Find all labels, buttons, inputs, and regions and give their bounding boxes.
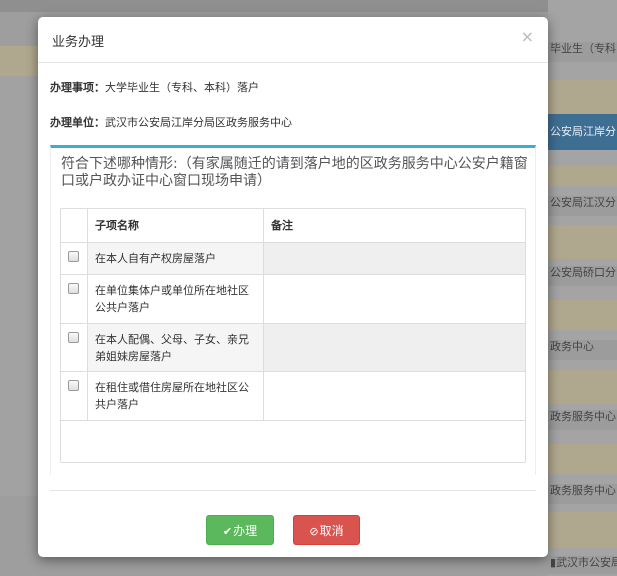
business-dialog: 业务办理 × 办理事项：大学毕业生（专科、本科）落户 办理单位：武汉市公安局江岸…	[38, 17, 548, 557]
bg-row: 政务服务中心	[548, 410, 617, 430]
bg-row-text: 武汉市公安局洪山分	[556, 556, 617, 569]
row-check-cell	[61, 324, 87, 371]
row-check-cell	[61, 275, 87, 323]
process-button[interactable]: ✔办理	[206, 515, 274, 545]
row-name: 在租住或借住房屋所在地社区公共户落户	[95, 381, 249, 411]
bg-row: 公安局硚口分	[548, 266, 617, 286]
bg-row: 公安局江岸分	[548, 114, 617, 150]
process-button-label: 办理	[233, 524, 258, 538]
bg-band	[548, 512, 617, 548]
dialog-title: 业务办理	[52, 35, 105, 50]
row-name: 在本人配偶、父母、子女、亲兄弟姐妹房屋落户	[95, 333, 249, 363]
ban-icon: ⊘	[309, 525, 319, 538]
table-row[interactable]: 在租住或借住房屋所在地社区公共户落户	[61, 372, 525, 421]
header-note: 备注	[263, 209, 525, 243]
row-note	[264, 243, 525, 250]
row-note	[264, 324, 525, 331]
dialog-header: 业务办理 ×	[38, 17, 548, 63]
header-name: 子项名称	[87, 209, 263, 243]
background-left-column	[0, 0, 40, 576]
row-checkbox[interactable]	[68, 332, 79, 343]
bg-row: 政务中心	[548, 340, 617, 360]
row-name: 在本人自有产权房屋落户	[95, 252, 216, 265]
background-top-bar	[0, 0, 617, 12]
row-name-cell: 在本人自有产权房屋落户	[87, 243, 263, 274]
row-checkbox[interactable]	[68, 283, 79, 294]
item-label: 办理事项：	[50, 81, 105, 94]
bg-row: 毕业生（专科	[548, 42, 617, 62]
row-note-cell	[263, 372, 525, 420]
table-row[interactable]: 在本人配偶、父母、子女、亲兄弟姐妹房屋落户	[61, 324, 525, 372]
row-check-cell	[61, 243, 87, 274]
options-table: 子项名称 备注 在本人自有产权房屋落户 在单位集体户或单位所在地社区公共户落户 …	[60, 208, 526, 463]
row-note	[264, 372, 525, 379]
bg-band	[548, 300, 617, 330]
check-icon: ✔	[222, 525, 233, 538]
bg-row: 政务服务中心	[548, 484, 617, 504]
unit-line: 办理单位：武汉市公安局江岸分局区政务服务中心	[50, 114, 292, 130]
row-check-cell	[61, 372, 87, 420]
unit-label: 办理单位：	[50, 116, 105, 129]
bg-band	[548, 166, 617, 186]
bg-band	[548, 370, 617, 404]
row-name-cell: 在单位集体户或单位所在地社区公共户落户	[87, 275, 263, 323]
bg-row: 公安局江汉分	[548, 196, 617, 216]
row-checkbox[interactable]	[68, 380, 79, 391]
item-line: 办理事项：大学毕业生（专科、本科）落户	[50, 79, 259, 95]
question-text: 符合下述哪种情形:（有家属随迁的请到落户地的区政务服务中心公安户籍窗口或户政办证…	[61, 156, 528, 189]
unit-value: 武汉市公安局江岸分局区政务服务中心	[105, 116, 292, 129]
row-checkbox[interactable]	[68, 251, 79, 262]
item-value: 大学毕业生（专科、本科）落户	[105, 81, 259, 94]
row-note-cell	[263, 324, 525, 371]
bg-band	[548, 444, 617, 474]
bg-band	[548, 80, 617, 114]
options-panel: 符合下述哪种情形:（有家属随迁的请到落户地的区政务服务中心公安户籍窗口或户政办证…	[50, 145, 536, 475]
row-name-cell: 在本人配偶、父母、子女、亲兄弟姐妹房屋落户	[87, 324, 263, 371]
table-row[interactable]: 在本人自有产权房屋落户	[61, 243, 525, 275]
table-row[interactable]: 在单位集体户或单位所在地社区公共户落户	[61, 275, 525, 324]
row-name: 在单位集体户或单位所在地社区公共户落户	[95, 284, 249, 314]
background-right-column: 毕业生（专科 公安局江岸分 公安局江汉分 公安局硚口分 政务中心 政务服务中心 …	[548, 0, 617, 576]
row-note	[264, 275, 525, 282]
row-note-cell	[263, 275, 525, 323]
row-name-cell: 在租住或借住房屋所在地社区公共户落户	[87, 372, 263, 420]
close-icon[interactable]: ×	[521, 29, 534, 45]
row-note-cell	[263, 243, 525, 274]
header-check-cell	[61, 209, 87, 243]
cancel-button-label: 取消	[319, 524, 344, 538]
table-header: 子项名称 备注	[61, 209, 525, 243]
bg-band	[548, 225, 617, 259]
footer-divider	[50, 490, 536, 491]
cancel-button[interactable]: ⊘取消	[293, 515, 360, 545]
bg-row-with-bookmark: ▮武汉市公安局洪山分	[548, 556, 617, 574]
